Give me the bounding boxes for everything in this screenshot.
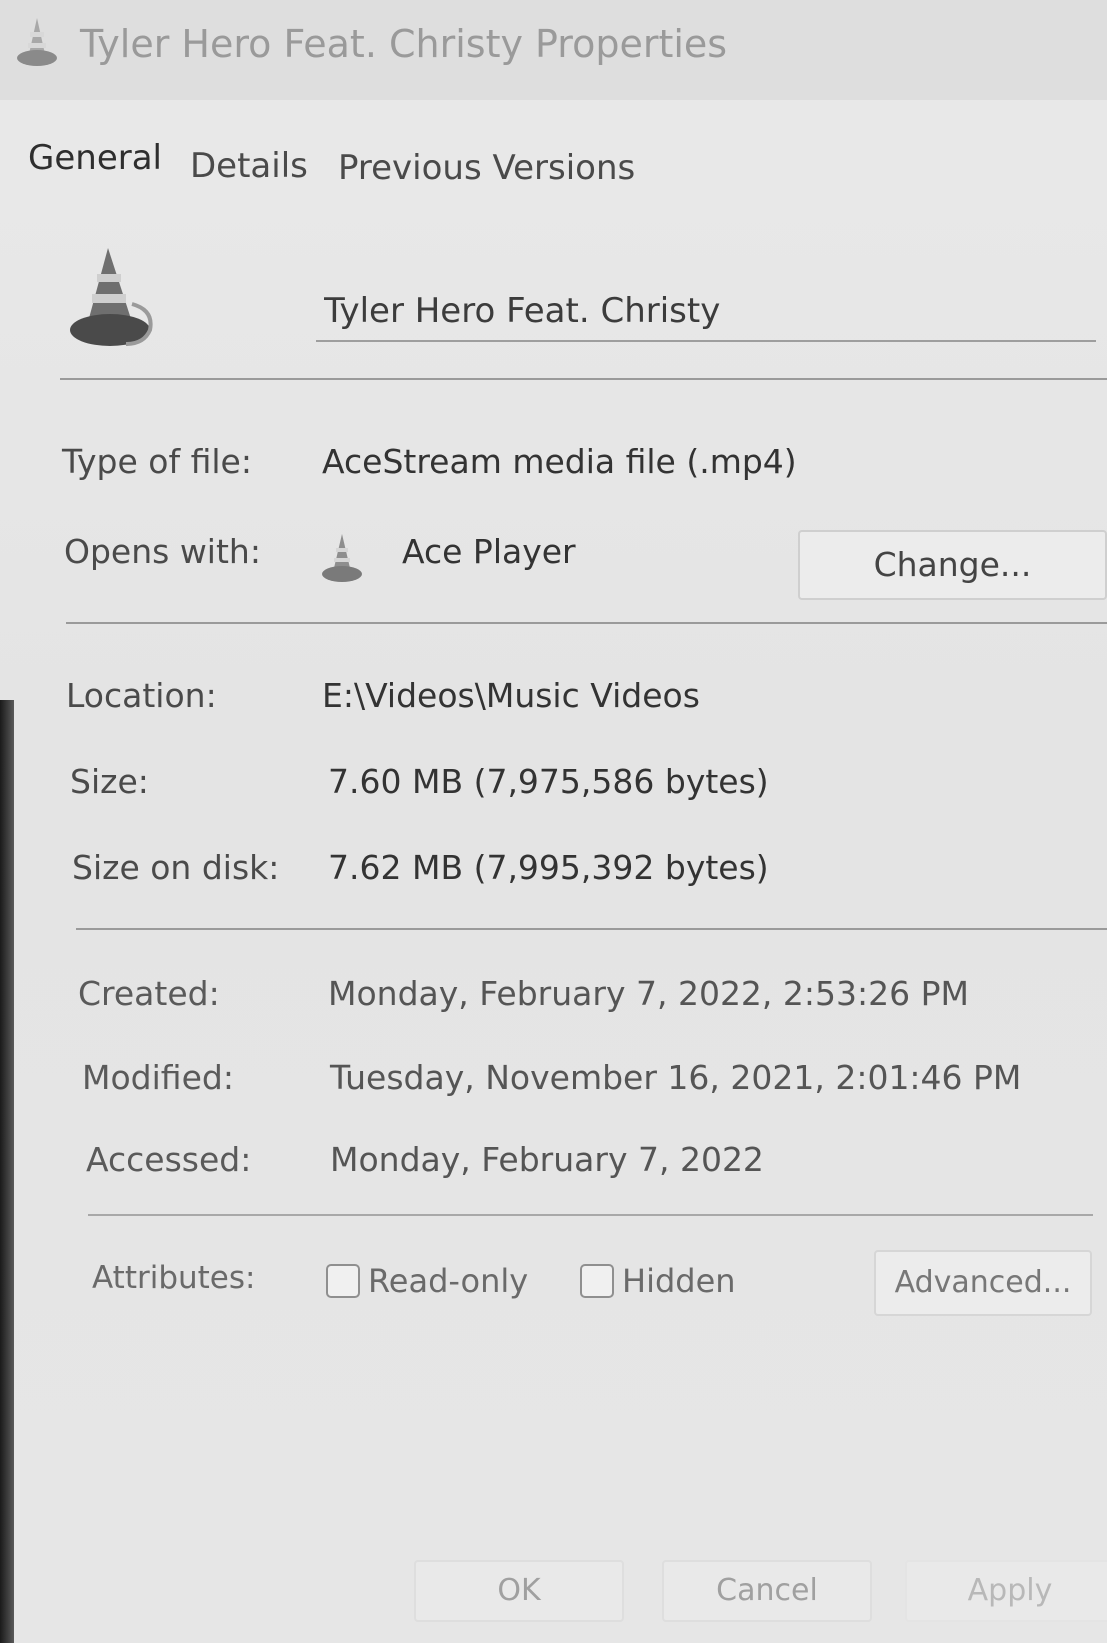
screen-bezel-edge [0,700,14,1643]
ace-player-icon [322,534,362,582]
attributes-label: Attributes: [92,1260,256,1296]
divider [60,378,1107,380]
properties-dialog: Tyler Hero Feat. Christy Properties Gene… [0,0,1107,1643]
apply-button[interactable]: Apply [905,1560,1107,1622]
accessed-label: Accessed: [86,1140,252,1179]
read-only-option[interactable]: Read-only [326,1262,528,1300]
divider [76,928,1107,930]
divider [88,1214,1093,1216]
modified-label: Modified: [82,1058,234,1097]
type-of-file-value: AceStream media file (.mp4) [322,442,797,481]
accessed-value: Monday, February 7, 2022 [330,1140,764,1179]
opens-with-value: Ace Player [402,532,576,571]
size-on-disk-value: 7.62 MB (7,995,392 bytes) [328,848,769,887]
hidden-option[interactable]: Hidden [580,1262,736,1300]
created-label: Created: [78,974,220,1013]
window-title: Tyler Hero Feat. Christy Properties [80,22,728,66]
location-value: E:\Videos\Music Videos [322,676,700,715]
modified-value: Tuesday, November 16, 2021, 2:01:46 PM [330,1058,1022,1097]
change-button[interactable]: Change... [798,530,1107,600]
type-of-file-label: Type of file: [62,442,252,481]
hidden-label: Hidden [622,1262,736,1300]
size-label: Size: [70,762,149,801]
size-on-disk-label: Size on disk: [72,848,280,887]
ok-button[interactable]: OK [414,1560,624,1622]
location-label: Location: [66,676,217,715]
tab-details[interactable]: Details [190,146,308,186]
cancel-button[interactable]: Cancel [662,1560,872,1622]
created-value: Monday, February 7, 2022, 2:53:26 PM [328,974,969,1013]
tab-general[interactable]: General [28,138,162,178]
divider [66,622,1107,624]
title-bar: Tyler Hero Feat. Christy Properties [0,0,1107,100]
traffic-cone-icon [17,18,57,66]
read-only-checkbox[interactable] [326,1264,360,1298]
file-name-input[interactable] [316,282,1096,342]
read-only-label: Read-only [368,1262,529,1300]
opens-with-label: Opens with: [64,532,261,571]
advanced-button[interactable]: Advanced... [874,1250,1092,1316]
traffic-cone-icon [70,248,153,346]
hidden-checkbox[interactable] [580,1264,614,1298]
tab-previous-versions[interactable]: Previous Versions [338,148,635,188]
size-value: 7.60 MB (7,975,586 bytes) [328,762,769,801]
